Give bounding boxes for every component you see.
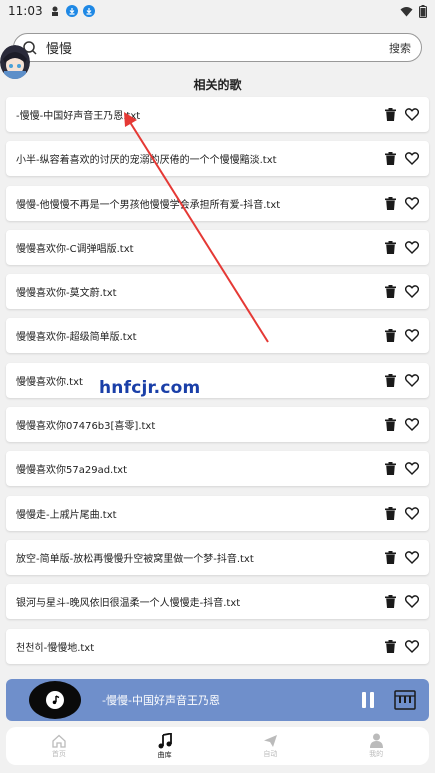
status-time: 11:03: [8, 4, 43, 18]
song-name: 慢慢走-上戚片尾曲.txt: [16, 509, 117, 521]
song-actions: [385, 418, 419, 432]
download-icon: [65, 5, 78, 17]
nav-auto-label: 自动: [263, 749, 278, 758]
trash-icon[interactable]: [385, 196, 396, 210]
nav-library[interactable]: 曲库: [112, 727, 218, 765]
nav-profile-label: 我的: [369, 750, 384, 758]
trash-icon[interactable]: [385, 506, 396, 520]
pause-icon[interactable]: [361, 692, 375, 708]
song-name: 慢慢喜欢你.txt: [16, 376, 83, 388]
list-item[interactable]: 慢慢-他慢慢不再是一个男孩他慢慢学会承担所有爱-抖音.txt: [6, 185, 429, 221]
music-note-icon: [158, 732, 172, 748]
trash-icon[interactable]: [385, 418, 396, 432]
list-item[interactable]: 慢慢喜欢你-超级简单版.txt: [6, 318, 429, 354]
song-actions: [385, 462, 419, 476]
list-item[interactable]: 慢慢喜欢你-莫文蔚.txt: [6, 274, 429, 310]
song-actions: [385, 108, 419, 121]
song-actions: [385, 506, 419, 520]
song-actions: [385, 329, 419, 343]
list-item[interactable]: -慢慢-中国好声音王乃恩.txt: [6, 97, 429, 132]
list-item[interactable]: 慢慢走-上戚片尾曲.txt: [6, 495, 429, 531]
song-actions: [385, 639, 419, 653]
person-icon: [369, 733, 383, 748]
list-item[interactable]: 천천히-慢慢地.txt: [6, 628, 429, 664]
search-input[interactable]: [46, 40, 389, 55]
album-disc[interactable]: [29, 681, 81, 719]
song-name: 银河与星斗-晚风依旧很温柔一个人慢慢走-抖音.txt: [16, 598, 241, 610]
song-actions: [385, 196, 419, 210]
song-name: 放空-简单版-放松再慢慢升空被窝里做一个梦-抖音.txt: [16, 553, 254, 565]
avatar[interactable]: [0, 45, 30, 79]
list-item[interactable]: 慢慢喜欢你57a29ad.txt: [6, 451, 429, 487]
trash-icon[interactable]: [385, 639, 396, 653]
list-item[interactable]: 慢慢喜欢你.txt: [6, 362, 429, 398]
trash-icon[interactable]: [385, 595, 396, 609]
song-actions: [385, 595, 419, 609]
trash-icon[interactable]: [385, 108, 396, 121]
song-actions: [385, 285, 419, 299]
song-name: 천천히-慢慢地.txt: [16, 642, 95, 654]
heart-icon[interactable]: [405, 241, 419, 254]
trash-icon[interactable]: [385, 285, 396, 299]
song-actions: [385, 373, 419, 387]
song-actions: [385, 152, 419, 166]
bottom-nav: 首页 曲库 自动 我的: [6, 727, 429, 765]
app-notification-icon: [51, 6, 58, 16]
send-icon: [263, 734, 277, 747]
trash-icon[interactable]: [385, 462, 396, 476]
nav-auto[interactable]: 自动: [218, 727, 324, 765]
wifi-icon: [400, 6, 413, 16]
battery-icon: [419, 4, 427, 18]
song-name: 慢慢喜欢你-超级简单版.txt: [16, 332, 137, 344]
heart-icon[interactable]: [405, 551, 419, 564]
download-icon: [82, 5, 95, 17]
list-item[interactable]: 银河与星斗-晚风依旧很温柔一个人慢慢走-抖音.txt: [6, 584, 429, 620]
list-item[interactable]: 放空-简单版-放松再慢慢升空被窝里做一个梦-抖音.txt: [6, 539, 429, 575]
section-title: 相关的歌: [193, 78, 242, 92]
song-list: -慢慢-中国好声音王乃恩.txt 小半-纵容着喜欢的讨厌的宠溺的厌倦的一个个慢慢黯…: [6, 97, 429, 673]
list-item[interactable]: 慢慢喜欢你07476b3[喜零].txt: [6, 407, 429, 443]
heart-icon[interactable]: [405, 152, 419, 166]
status-bar: 11:03: [0, 0, 435, 22]
watermark: hnfcjr.com: [99, 378, 201, 398]
heart-icon[interactable]: [405, 418, 419, 432]
song-name: 小半-纵容着喜欢的讨厌的宠溺的厌倦的一个个慢慢黯淡.txt: [16, 155, 277, 167]
list-item[interactable]: 小半-纵容着喜欢的讨厌的宠溺的厌倦的一个个慢慢黯淡.txt: [6, 141, 429, 177]
list-item[interactable]: 慢慢喜欢你-C调弹唱版.txt: [6, 229, 429, 265]
song-name: 慢慢喜欢你57a29ad.txt: [16, 465, 127, 477]
heart-icon[interactable]: [405, 285, 419, 299]
heart-icon[interactable]: [405, 108, 419, 121]
search-bar: 搜索: [13, 33, 422, 62]
nav-home-label: 首页: [51, 749, 66, 758]
now-playing-title: -慢慢-中国好声音王乃恩: [102, 694, 220, 707]
nav-library-label: 曲库: [157, 750, 172, 759]
song-name: -慢慢-中国好声音王乃恩.txt: [16, 111, 141, 122]
song-name: 慢慢喜欢你07476b3[喜零].txt: [16, 421, 156, 433]
trash-icon[interactable]: [385, 240, 396, 254]
trash-icon[interactable]: [385, 152, 396, 166]
song-name: 慢慢-他慢慢不再是一个男孩他慢慢学会承担所有爱-抖音.txt: [16, 199, 281, 211]
heart-icon[interactable]: [405, 373, 419, 387]
trash-icon[interactable]: [385, 329, 396, 343]
music-note-icon: [52, 695, 60, 705]
song-actions: [385, 240, 419, 254]
heart-icon[interactable]: [405, 196, 419, 210]
heart-icon[interactable]: [405, 506, 419, 520]
search-button[interactable]: 搜索: [389, 40, 411, 56]
song-actions: [385, 550, 419, 564]
nav-home[interactable]: 首页: [6, 727, 112, 765]
trash-icon[interactable]: [385, 550, 396, 564]
heart-icon[interactable]: [405, 462, 419, 476]
nav-profile[interactable]: 我的: [323, 727, 429, 765]
song-name: 慢慢喜欢你-莫文蔚.txt: [16, 288, 117, 300]
piano-icon[interactable]: [394, 690, 416, 710]
trash-icon[interactable]: [385, 373, 396, 387]
home-icon: [52, 734, 66, 748]
heart-icon[interactable]: [405, 329, 419, 343]
song-name: 慢慢喜欢你-C调弹唱版.txt: [16, 243, 134, 255]
heart-icon[interactable]: [405, 639, 419, 653]
heart-icon[interactable]: [405, 595, 419, 609]
